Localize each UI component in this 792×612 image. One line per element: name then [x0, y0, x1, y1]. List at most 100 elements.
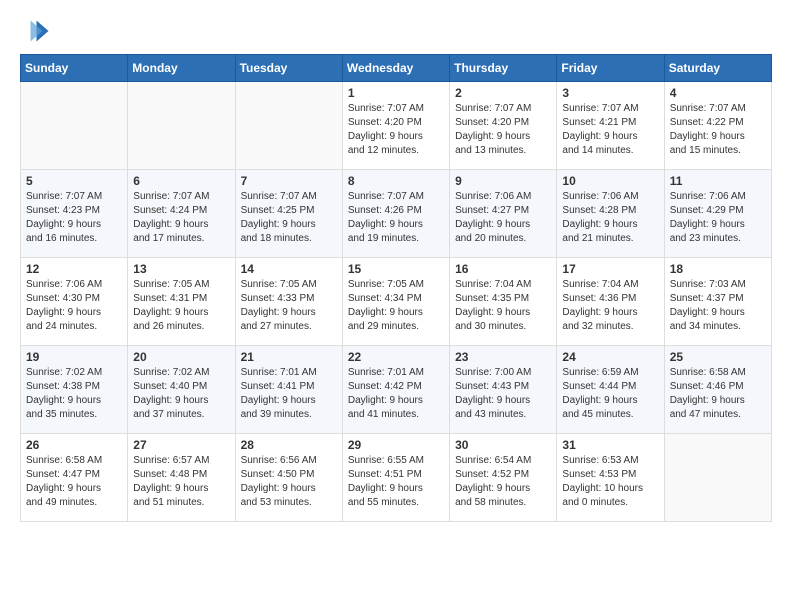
calendar-cell: 2 Sunrise: 7:07 AM Sunset: 4:20 PM Daylig…	[450, 82, 557, 170]
calendar-cell	[235, 82, 342, 170]
calendar-cell: 20Sunrise: 7:02 AM Sunset: 4:40 PM Dayli…	[128, 346, 235, 434]
day-info: Sunrise: 6:58 AM Sunset: 4:46 PM Dayligh…	[670, 366, 766, 422]
col-header-sunday: Sunday	[21, 55, 128, 82]
col-header-tuesday: Tuesday	[235, 55, 342, 82]
calendar-header-row: SundayMondayTuesdayWednesdayThursdayFrid…	[21, 55, 772, 82]
calendar-cell: 26Sunrise: 6:58 AM Sunset: 4:47 PM Dayli…	[21, 434, 128, 522]
day-info: Sunrise: 6:59 AM Sunset: 4:44 PM Dayligh…	[562, 366, 658, 422]
day-info: Sunrise: 7:04 AM Sunset: 4:36 PM Dayligh…	[562, 278, 658, 334]
page: SundayMondayTuesdayWednesdayThursdayFrid…	[0, 0, 792, 538]
day-info: Sunrise: 6:55 AM Sunset: 4:51 PM Dayligh…	[348, 454, 444, 510]
calendar-cell: 27 Sunrise: 6:57 AM Sunset: 4:48 PM Dayli…	[128, 434, 235, 522]
logo-icon	[20, 16, 50, 46]
calendar-cell: 7 Sunrise: 7:07 AM Sunset: 4:25 PM Daylig…	[235, 170, 342, 258]
week-row-2: 5 Sunrise: 7:07 AM Sunset: 4:23 PM Daylig…	[21, 170, 772, 258]
calendar-cell: 4Sunrise: 7:07 AM Sunset: 4:22 PM Daylig…	[664, 82, 771, 170]
day-info: Sunrise: 6:57 AM Sunset: 4:48 PM Dayligh…	[133, 454, 229, 510]
day-info: Sunrise: 7:06 AM Sunset: 4:30 PM Dayligh…	[26, 278, 122, 334]
calendar-cell: 28Sunrise: 6:56 AM Sunset: 4:50 PM Dayli…	[235, 434, 342, 522]
day-number: 31	[562, 438, 658, 452]
calendar-cell: 24 Sunrise: 6:59 AM Sunset: 4:44 PM Dayli…	[557, 346, 664, 434]
day-info: Sunrise: 7:07 AM Sunset: 4:21 PM Dayligh…	[562, 102, 658, 158]
day-info: Sunrise: 7:06 AM Sunset: 4:27 PM Dayligh…	[455, 190, 551, 246]
day-number: 23	[455, 350, 551, 364]
day-number: 2	[455, 86, 551, 100]
calendar-cell	[664, 434, 771, 522]
calendar-cell: 25Sunrise: 6:58 AM Sunset: 4:46 PM Dayli…	[664, 346, 771, 434]
calendar-table: SundayMondayTuesdayWednesdayThursdayFrid…	[20, 54, 772, 522]
calendar-cell: 21Sunrise: 7:01 AM Sunset: 4:41 PM Dayli…	[235, 346, 342, 434]
day-number: 22	[348, 350, 444, 364]
logo	[20, 16, 54, 46]
header	[20, 16, 772, 46]
calendar-cell: 14 Sunrise: 7:05 AM Sunset: 4:33 PM Dayli…	[235, 258, 342, 346]
col-header-wednesday: Wednesday	[342, 55, 449, 82]
day-number: 29	[348, 438, 444, 452]
week-row-3: 12 Sunrise: 7:06 AM Sunset: 4:30 PM Dayli…	[21, 258, 772, 346]
day-number: 16	[455, 262, 551, 276]
calendar-cell: 13 Sunrise: 7:05 AM Sunset: 4:31 PM Dayli…	[128, 258, 235, 346]
col-header-thursday: Thursday	[450, 55, 557, 82]
day-info: Sunrise: 7:05 AM Sunset: 4:31 PM Dayligh…	[133, 278, 229, 334]
day-number: 15	[348, 262, 444, 276]
day-number: 5	[26, 174, 122, 188]
day-info: Sunrise: 7:07 AM Sunset: 4:20 PM Dayligh…	[455, 102, 551, 158]
calendar-cell: 19Sunrise: 7:02 AM Sunset: 4:38 PM Dayli…	[21, 346, 128, 434]
calendar-cell: 6 Sunrise: 7:07 AM Sunset: 4:24 PM Daylig…	[128, 170, 235, 258]
day-number: 8	[348, 174, 444, 188]
calendar-cell: 23Sunrise: 7:00 AM Sunset: 4:43 PM Dayli…	[450, 346, 557, 434]
day-info: Sunrise: 7:07 AM Sunset: 4:24 PM Dayligh…	[133, 190, 229, 246]
day-number: 24	[562, 350, 658, 364]
calendar-cell: 1 Sunrise: 7:07 AM Sunset: 4:20 PM Daylig…	[342, 82, 449, 170]
day-info: Sunrise: 7:05 AM Sunset: 4:33 PM Dayligh…	[241, 278, 337, 334]
calendar-cell: 10Sunrise: 7:06 AM Sunset: 4:28 PM Dayli…	[557, 170, 664, 258]
calendar-cell	[21, 82, 128, 170]
calendar-cell: 30 Sunrise: 6:54 AM Sunset: 4:52 PM Dayli…	[450, 434, 557, 522]
day-info: Sunrise: 7:07 AM Sunset: 4:20 PM Dayligh…	[348, 102, 444, 158]
calendar-cell: 11 Sunrise: 7:06 AM Sunset: 4:29 PM Dayli…	[664, 170, 771, 258]
day-number: 14	[241, 262, 337, 276]
day-number: 19	[26, 350, 122, 364]
calendar-cell: 15 Sunrise: 7:05 AM Sunset: 4:34 PM Dayli…	[342, 258, 449, 346]
col-header-monday: Monday	[128, 55, 235, 82]
calendar-cell: 17 Sunrise: 7:04 AM Sunset: 4:36 PM Dayli…	[557, 258, 664, 346]
day-info: Sunrise: 7:04 AM Sunset: 4:35 PM Dayligh…	[455, 278, 551, 334]
day-number: 6	[133, 174, 229, 188]
day-number: 11	[670, 174, 766, 188]
day-number: 10	[562, 174, 658, 188]
day-number: 27	[133, 438, 229, 452]
calendar-cell: 22 Sunrise: 7:01 AM Sunset: 4:42 PM Dayli…	[342, 346, 449, 434]
week-row-4: 19Sunrise: 7:02 AM Sunset: 4:38 PM Dayli…	[21, 346, 772, 434]
day-number: 1	[348, 86, 444, 100]
calendar-cell: 9 Sunrise: 7:06 AM Sunset: 4:27 PM Daylig…	[450, 170, 557, 258]
day-info: Sunrise: 7:07 AM Sunset: 4:23 PM Dayligh…	[26, 190, 122, 246]
week-row-1: 1 Sunrise: 7:07 AM Sunset: 4:20 PM Daylig…	[21, 82, 772, 170]
calendar-cell: 31 Sunrise: 6:53 AM Sunset: 4:53 PM Dayli…	[557, 434, 664, 522]
day-number: 13	[133, 262, 229, 276]
day-number: 7	[241, 174, 337, 188]
day-number: 9	[455, 174, 551, 188]
day-info: Sunrise: 6:56 AM Sunset: 4:50 PM Dayligh…	[241, 454, 337, 510]
day-info: Sunrise: 7:05 AM Sunset: 4:34 PM Dayligh…	[348, 278, 444, 334]
day-info: Sunrise: 7:06 AM Sunset: 4:29 PM Dayligh…	[670, 190, 766, 246]
col-header-saturday: Saturday	[664, 55, 771, 82]
calendar-cell	[128, 82, 235, 170]
day-info: Sunrise: 7:02 AM Sunset: 4:40 PM Dayligh…	[133, 366, 229, 422]
day-number: 30	[455, 438, 551, 452]
calendar-cell: 5 Sunrise: 7:07 AM Sunset: 4:23 PM Daylig…	[21, 170, 128, 258]
day-number: 18	[670, 262, 766, 276]
calendar-cell: 3 Sunrise: 7:07 AM Sunset: 4:21 PM Daylig…	[557, 82, 664, 170]
day-number: 4	[670, 86, 766, 100]
day-number: 12	[26, 262, 122, 276]
day-number: 26	[26, 438, 122, 452]
day-number: 17	[562, 262, 658, 276]
day-info: Sunrise: 7:01 AM Sunset: 4:42 PM Dayligh…	[348, 366, 444, 422]
calendar-cell: 18Sunrise: 7:03 AM Sunset: 4:37 PM Dayli…	[664, 258, 771, 346]
day-number: 3	[562, 86, 658, 100]
day-number: 21	[241, 350, 337, 364]
day-info: Sunrise: 6:53 AM Sunset: 4:53 PM Dayligh…	[562, 454, 658, 510]
col-header-friday: Friday	[557, 55, 664, 82]
day-info: Sunrise: 6:54 AM Sunset: 4:52 PM Dayligh…	[455, 454, 551, 510]
calendar-cell: 8Sunrise: 7:07 AM Sunset: 4:26 PM Daylig…	[342, 170, 449, 258]
day-info: Sunrise: 7:07 AM Sunset: 4:25 PM Dayligh…	[241, 190, 337, 246]
